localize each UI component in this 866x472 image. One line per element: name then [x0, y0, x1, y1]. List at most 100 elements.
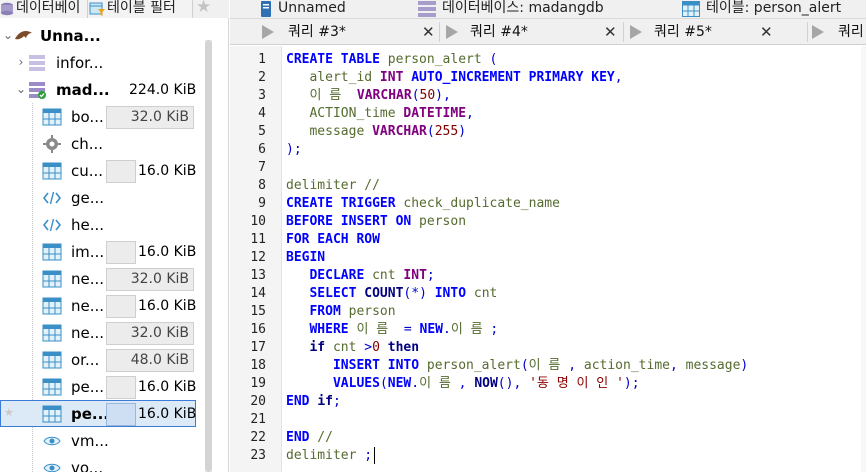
table-icon	[42, 296, 62, 316]
tree-item-procedure[interactable]: ch...	[0, 130, 205, 157]
code-token: BEGIN	[286, 250, 326, 265]
code-token: CREATE TRIGGER	[286, 196, 396, 211]
line-number-gutter: 1 2 3 4 5 6 7 8 9 10 11 12 13 14 15 16 17 18 19 20 21 22 23	[230, 46, 282, 472]
tree-item-table[interactable]: cu... 16.0 KiB	[0, 157, 205, 184]
code-line[interactable]: message VARCHAR(255)	[286, 123, 466, 141]
tree-item-session[interactable]: ⌄ Unna...	[0, 22, 205, 49]
code-token: ACTION_time	[286, 106, 404, 121]
tab-query-5[interactable]: 쿼리 #5* ✕	[626, 19, 806, 45]
code-line[interactable]: DECLARE cnt INT;	[286, 267, 434, 285]
tab-separator	[807, 22, 808, 42]
code-line[interactable]: FOR EACH ROW	[286, 231, 380, 249]
code-line[interactable]: delimiter ;	[286, 447, 372, 465]
table-label: or...	[71, 351, 100, 369]
tab-database-madangdb[interactable]: 데이터베이스: madangdb	[418, 0, 648, 19]
code-token: VALUES	[332, 376, 380, 391]
star-icon: ★	[196, 0, 212, 17]
tab-table-filter[interactable]: 테이블 필터	[89, 0, 193, 18]
tab-query-3-label: 쿼리 #3*	[288, 24, 346, 40]
tree-item-table[interactable]: bo... 32.0 KiB	[0, 103, 205, 130]
tab-query-next[interactable]: 쿼리	[810, 19, 866, 45]
code-line[interactable]: VALUES(NEW.이 름 , NOW(), '동 명 이 인 ');	[286, 375, 640, 393]
line-number: 1	[258, 52, 266, 67]
close-icon[interactable]: ✕	[760, 19, 773, 45]
code-token: if	[317, 394, 333, 409]
code-token: NEW	[419, 322, 443, 337]
code-line[interactable]: CREATE TABLE person_alert (	[286, 51, 497, 69]
tab-session-unnamed[interactable]: Unnamed	[260, 0, 410, 19]
table-size: 16.0 KiB	[138, 163, 197, 179]
document-tab-bar: Unnamed 데이터베이스: madangdb 테이블: person_ale…	[230, 0, 866, 19]
table-size-bar	[106, 241, 136, 264]
tree-item-function[interactable]: ge...	[0, 184, 205, 211]
code-line[interactable]: FROM person	[286, 303, 396, 321]
line-number: 9	[258, 196, 266, 211]
code-line[interactable]: 이 름 VARCHAR(50),	[286, 87, 450, 105]
left-tab-bar: 데이터베이 테이블 필터 ★	[0, 0, 229, 18]
play-icon	[630, 25, 642, 39]
table-size: 48.0 KiB	[106, 349, 194, 372]
tree-item-table[interactable]: im... 16.0 KiB	[0, 238, 205, 265]
code-line[interactable]: INSERT INTO person_alert(이 름 , action_ti…	[286, 357, 748, 375]
madangdb-size: 224.0 KiB	[129, 82, 197, 98]
sql-editor[interactable]: 1 2 3 4 5 6 7 8 9 10 11 12 13 14 15 16 17 18 19 20 21 22 23 CR…	[230, 46, 866, 472]
information-schema-label: infor...	[56, 54, 104, 72]
tree-item-view[interactable]: vo...	[0, 454, 205, 472]
code-line[interactable]: ACTION_time DATETIME,	[286, 105, 473, 123]
close-icon[interactable]: ✕	[422, 19, 435, 45]
database-icon	[0, 2, 14, 18]
code-line[interactable]: WHERE 이 름 = NEW.이 름 ;	[286, 321, 498, 339]
tab-favorites[interactable]: ★	[194, 0, 229, 18]
gear-icon	[42, 134, 62, 154]
table-icon	[682, 1, 700, 19]
line-number: 3	[258, 88, 266, 103]
code-line[interactable]: if cnt >0 then	[286, 339, 419, 357]
table-size-bar	[106, 160, 136, 183]
code-line[interactable]: alert_id INT AUTO_INCREMENT PRIMARY KEY,	[286, 69, 622, 87]
tab-query-3[interactable]: 쿼리 #3* ✕	[258, 19, 438, 45]
tree-item-function[interactable]: he...	[0, 211, 205, 238]
code-line[interactable]: CREATE TRIGGER check_duplicate_name	[286, 195, 560, 213]
code-token: person_alert	[419, 358, 521, 373]
code-token: cnt	[466, 286, 498, 301]
tree-item-table[interactable]: ne... 32.0 KiB	[0, 265, 205, 292]
tree-item-view[interactable]: vm...	[0, 427, 205, 454]
table-size: 16.0 KiB	[138, 244, 197, 260]
code-token: END	[286, 430, 310, 445]
chevron-right-icon[interactable]: ›	[15, 54, 27, 70]
tree-item-table[interactable]: pe... 16.0 KiB	[0, 373, 205, 400]
tree-item-person-alert-selected[interactable]: ★ pe... 16.0 KiB	[0, 400, 196, 427]
line-number: 18	[250, 358, 266, 373]
code-token: ,	[458, 376, 475, 391]
code-line[interactable]: );	[286, 141, 302, 159]
tree-item-table[interactable]: ne... 32.0 KiB	[0, 319, 205, 346]
code-line[interactable]: END //	[286, 429, 333, 447]
code-line[interactable]: delimiter //	[286, 177, 380, 195]
code-line[interactable]: SELECT COUNT(*) INTO cnt	[286, 285, 497, 303]
code-line[interactable]: BEFORE INSERT ON person	[286, 213, 466, 231]
table-icon	[42, 323, 62, 343]
line-number: 4	[258, 106, 266, 121]
line-number: 2	[258, 70, 266, 85]
code-line[interactable]: END if;	[286, 393, 341, 411]
tree-item-table[interactable]: or... 48.0 KiB	[0, 346, 205, 373]
view-icon	[42, 458, 62, 472]
code-line[interactable]: BEGIN	[286, 249, 325, 267]
chevron-down-icon[interactable]: ⌄	[15, 81, 27, 97]
tab-database-filter[interactable]: 데이터베이	[0, 0, 88, 18]
function-label: ge...	[71, 189, 105, 207]
tab-table-person-alert[interactable]: 테이블: person_alert	[682, 0, 866, 19]
tab-query-4[interactable]: 쿼리 #4* ✕	[442, 19, 622, 45]
tree-item-madangdb[interactable]: ⌄ mad... 224.0 KiB	[0, 76, 205, 103]
tree-item-information-schema[interactable]: › infor...	[0, 49, 205, 76]
close-icon[interactable]: ✕	[604, 19, 617, 45]
line-number: 15	[250, 304, 266, 319]
database-icon	[27, 53, 47, 73]
table-label: ne...	[71, 270, 105, 288]
tree-item-table[interactable]: ne... 16.0 KiB	[0, 292, 205, 319]
tree-scrollbar-thumb[interactable]	[205, 40, 212, 472]
chevron-down-icon[interactable]: ⌄	[2, 27, 14, 43]
code-token: person	[340, 304, 396, 319]
